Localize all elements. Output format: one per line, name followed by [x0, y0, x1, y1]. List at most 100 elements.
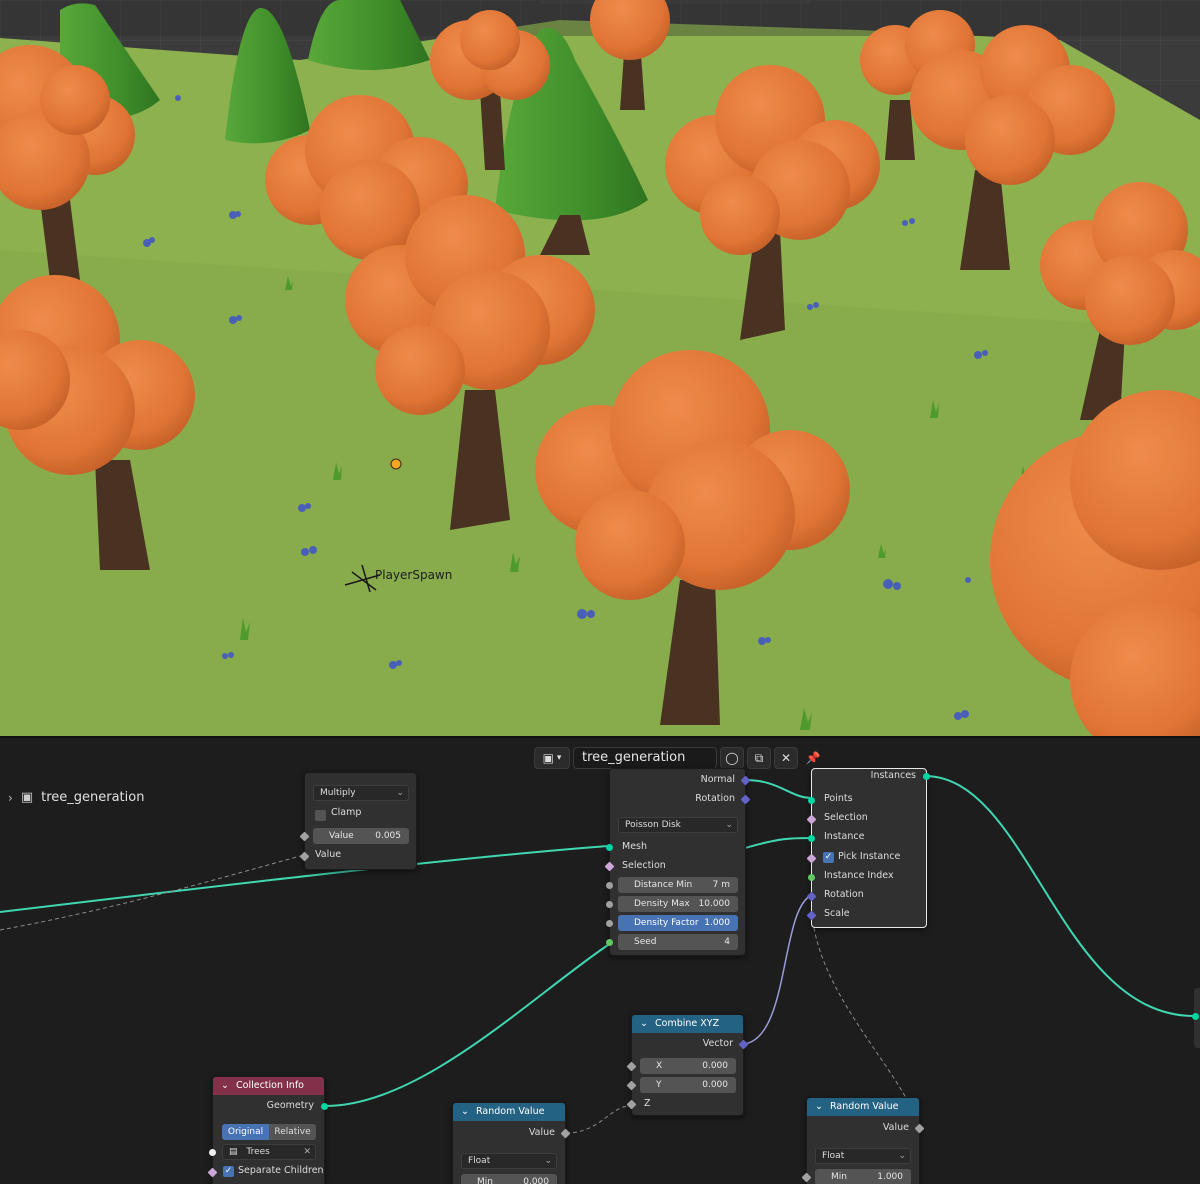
density-max-socket[interactable]	[606, 901, 613, 908]
random-value-header[interactable]: ⌄ Random Value	[453, 1103, 565, 1121]
random-value-node-1[interactable]: ⌄ Random Value Value Float ⌄ Min 0.000	[452, 1102, 571, 1184]
group-output-socket[interactable]	[1192, 1013, 1199, 1020]
seed-field[interactable]: Seed 4	[618, 934, 738, 950]
link-vector-to-rotation	[743, 894, 813, 1045]
min-field[interactable]: Min 1.000	[815, 1169, 911, 1184]
random-value-node-2[interactable]: ⌄ Random Value Value Float ⌄ Min 1.000	[801, 1097, 925, 1184]
chevron-down-icon: ⌄	[815, 1101, 823, 1112]
node-tree-icon: ▣	[20, 790, 34, 805]
random-value-title: Random Value	[476, 1106, 545, 1117]
link-instance	[744, 837, 813, 849]
chevron-down-icon: ⌄	[221, 1080, 229, 1091]
density-factor-field[interactable]: Density Factor 1.000	[618, 915, 738, 931]
rotation-input-label: Rotation	[824, 889, 864, 900]
chevron-down-icon: ⌄	[396, 788, 404, 798]
chevron-down-icon: ⌄	[544, 1156, 552, 1166]
value-output-label: Value	[528, 1127, 555, 1138]
close-icon[interactable]: ✕	[303, 1145, 311, 1159]
separate-children-label: Separate Children	[238, 1165, 324, 1176]
fake-user-button[interactable]: ◯	[720, 747, 744, 769]
x-field[interactable]: X 0.000	[640, 1058, 736, 1074]
math-node[interactable]: Multiply ⌄ Clamp Value 0.005 Value	[299, 772, 417, 870]
shield-icon: ◯	[725, 751, 739, 765]
unlink-button[interactable]: ✕	[774, 747, 798, 769]
clamp-checkbox[interactable]	[315, 810, 326, 821]
breadcrumb-node-tree-name: tree_generation	[41, 790, 145, 805]
pick-instance-checkbox[interactable]: ✓	[823, 852, 834, 863]
instances-output-socket[interactable]	[923, 773, 930, 780]
vector-output-label: Vector	[702, 1038, 733, 1049]
3d-viewport[interactable]: PlayerSpawn	[0, 0, 1200, 738]
instance-on-points-node[interactable]: Instances Points Selection Instance ✓ Pi…	[806, 768, 930, 928]
math-operation-dropdown[interactable]: Multiply ⌄	[313, 785, 409, 801]
chevron-down-icon: ⌄	[461, 1106, 469, 1117]
geometry-output-socket[interactable]	[321, 1103, 328, 1110]
link-random-to-z	[565, 1105, 631, 1134]
chevron-right-icon: ›	[8, 790, 13, 805]
close-icon: ✕	[780, 751, 792, 765]
random-value-header[interactable]: ⌄ Random Value	[807, 1098, 919, 1116]
distribute-points-node[interactable]: Normal Rotation Poisson Disk ⌄ Mesh Selec…	[604, 768, 751, 956]
transform-space-toggle[interactable]: Original Relative	[222, 1124, 316, 1140]
chevron-down-icon: ▾	[556, 753, 562, 763]
origin-point	[390, 458, 402, 470]
relative-option[interactable]: Relative	[269, 1124, 316, 1140]
distance-min-socket[interactable]	[606, 882, 613, 889]
link-value-dashed	[0, 854, 305, 931]
min-field[interactable]: Min 0.000	[461, 1174, 557, 1184]
combine-xyz-header[interactable]: ⌄ Combine XYZ	[632, 1015, 743, 1033]
mesh-input-label: Mesh	[622, 841, 648, 852]
pick-instance-label: Pick Instance	[838, 851, 901, 862]
collection-icon: ▤	[229, 1147, 238, 1157]
collection-info-node[interactable]: ⌄ Collection Info Geometry Original Rela…	[207, 1076, 328, 1184]
data-type-dropdown[interactable]: Float ⌄	[461, 1153, 557, 1169]
pin-icon: 📌	[805, 751, 821, 765]
node-tree-type-button[interactable]: ▣ ▾	[534, 747, 570, 769]
chevron-down-icon: ⌄	[898, 1151, 906, 1161]
breadcrumb[interactable]: › ▣ tree_generation	[8, 790, 144, 805]
points-input-label: Points	[824, 793, 853, 804]
node-tree-name-field[interactable]: tree_generation	[573, 747, 717, 769]
link-points	[744, 779, 813, 799]
chevron-down-icon: ⌄	[725, 820, 733, 830]
instance-index-label: Instance Index	[824, 870, 894, 881]
density-factor-socket[interactable]	[606, 920, 613, 927]
data-type-dropdown[interactable]: Float ⌄	[815, 1148, 911, 1164]
object-label-playerspawn: PlayerSpawn	[375, 568, 453, 582]
separate-children-checkbox[interactable]: ✓	[223, 1166, 234, 1177]
geometry-node-editor[interactable]: ▣ ▾ tree_generation ◯ ⧉ ✕ 📌 › ▣ tree_gen…	[0, 738, 1200, 1184]
z-input-label: Z	[644, 1098, 651, 1109]
rotation-output-label: Rotation	[695, 793, 735, 804]
random-value-title: Random Value	[830, 1101, 899, 1112]
collection-selector[interactable]: ▤ Trees ✕	[222, 1144, 316, 1160]
viewport-scene	[0, 0, 1200, 738]
distance-min-field[interactable]: Distance Min 7 m	[618, 877, 738, 893]
collection-info-title: Collection Info	[236, 1080, 304, 1091]
copy-icon: ⧉	[754, 750, 764, 765]
node-tree-selector: ▣ ▾ tree_generation ◯ ⧉ ✕ 📌	[534, 746, 825, 770]
distribute-mode-dropdown[interactable]: Poisson Disk ⌄	[618, 817, 738, 833]
geometry-output-label: Geometry	[266, 1100, 314, 1111]
y-field[interactable]: Y 0.000	[640, 1077, 736, 1093]
instances-output-label: Instances	[870, 770, 916, 781]
link-instances-out	[925, 775, 1197, 1018]
link-random2-to-scale	[811, 913, 921, 1129]
density-max-field[interactable]: Density Max 10.000	[618, 896, 738, 912]
normal-output-label: Normal	[700, 774, 735, 785]
value-field[interactable]: Value 0.005	[313, 828, 409, 844]
collection-name: Trees	[246, 1147, 270, 1157]
duplicate-button[interactable]: ⧉	[747, 747, 771, 769]
clamp-label: Clamp	[331, 807, 362, 818]
collection-socket[interactable]	[209, 1149, 216, 1156]
seed-socket[interactable]	[606, 939, 613, 946]
selection-input-label: Selection	[824, 812, 868, 823]
value-input-label: Value	[315, 849, 342, 860]
selection-input-label: Selection	[622, 860, 666, 871]
collection-info-header[interactable]: ⌄ Collection Info	[213, 1077, 324, 1095]
original-option[interactable]: Original	[222, 1124, 269, 1140]
pin-button[interactable]: 📌	[801, 747, 825, 769]
chevron-down-icon: ⌄	[640, 1018, 648, 1029]
node-links	[0, 775, 1197, 1134]
node-tree-icon: ▣	[542, 751, 554, 765]
combine-xyz-node[interactable]: ⌄ Combine XYZ Vector X 0.000 Y 0.000 Z	[626, 1014, 749, 1116]
